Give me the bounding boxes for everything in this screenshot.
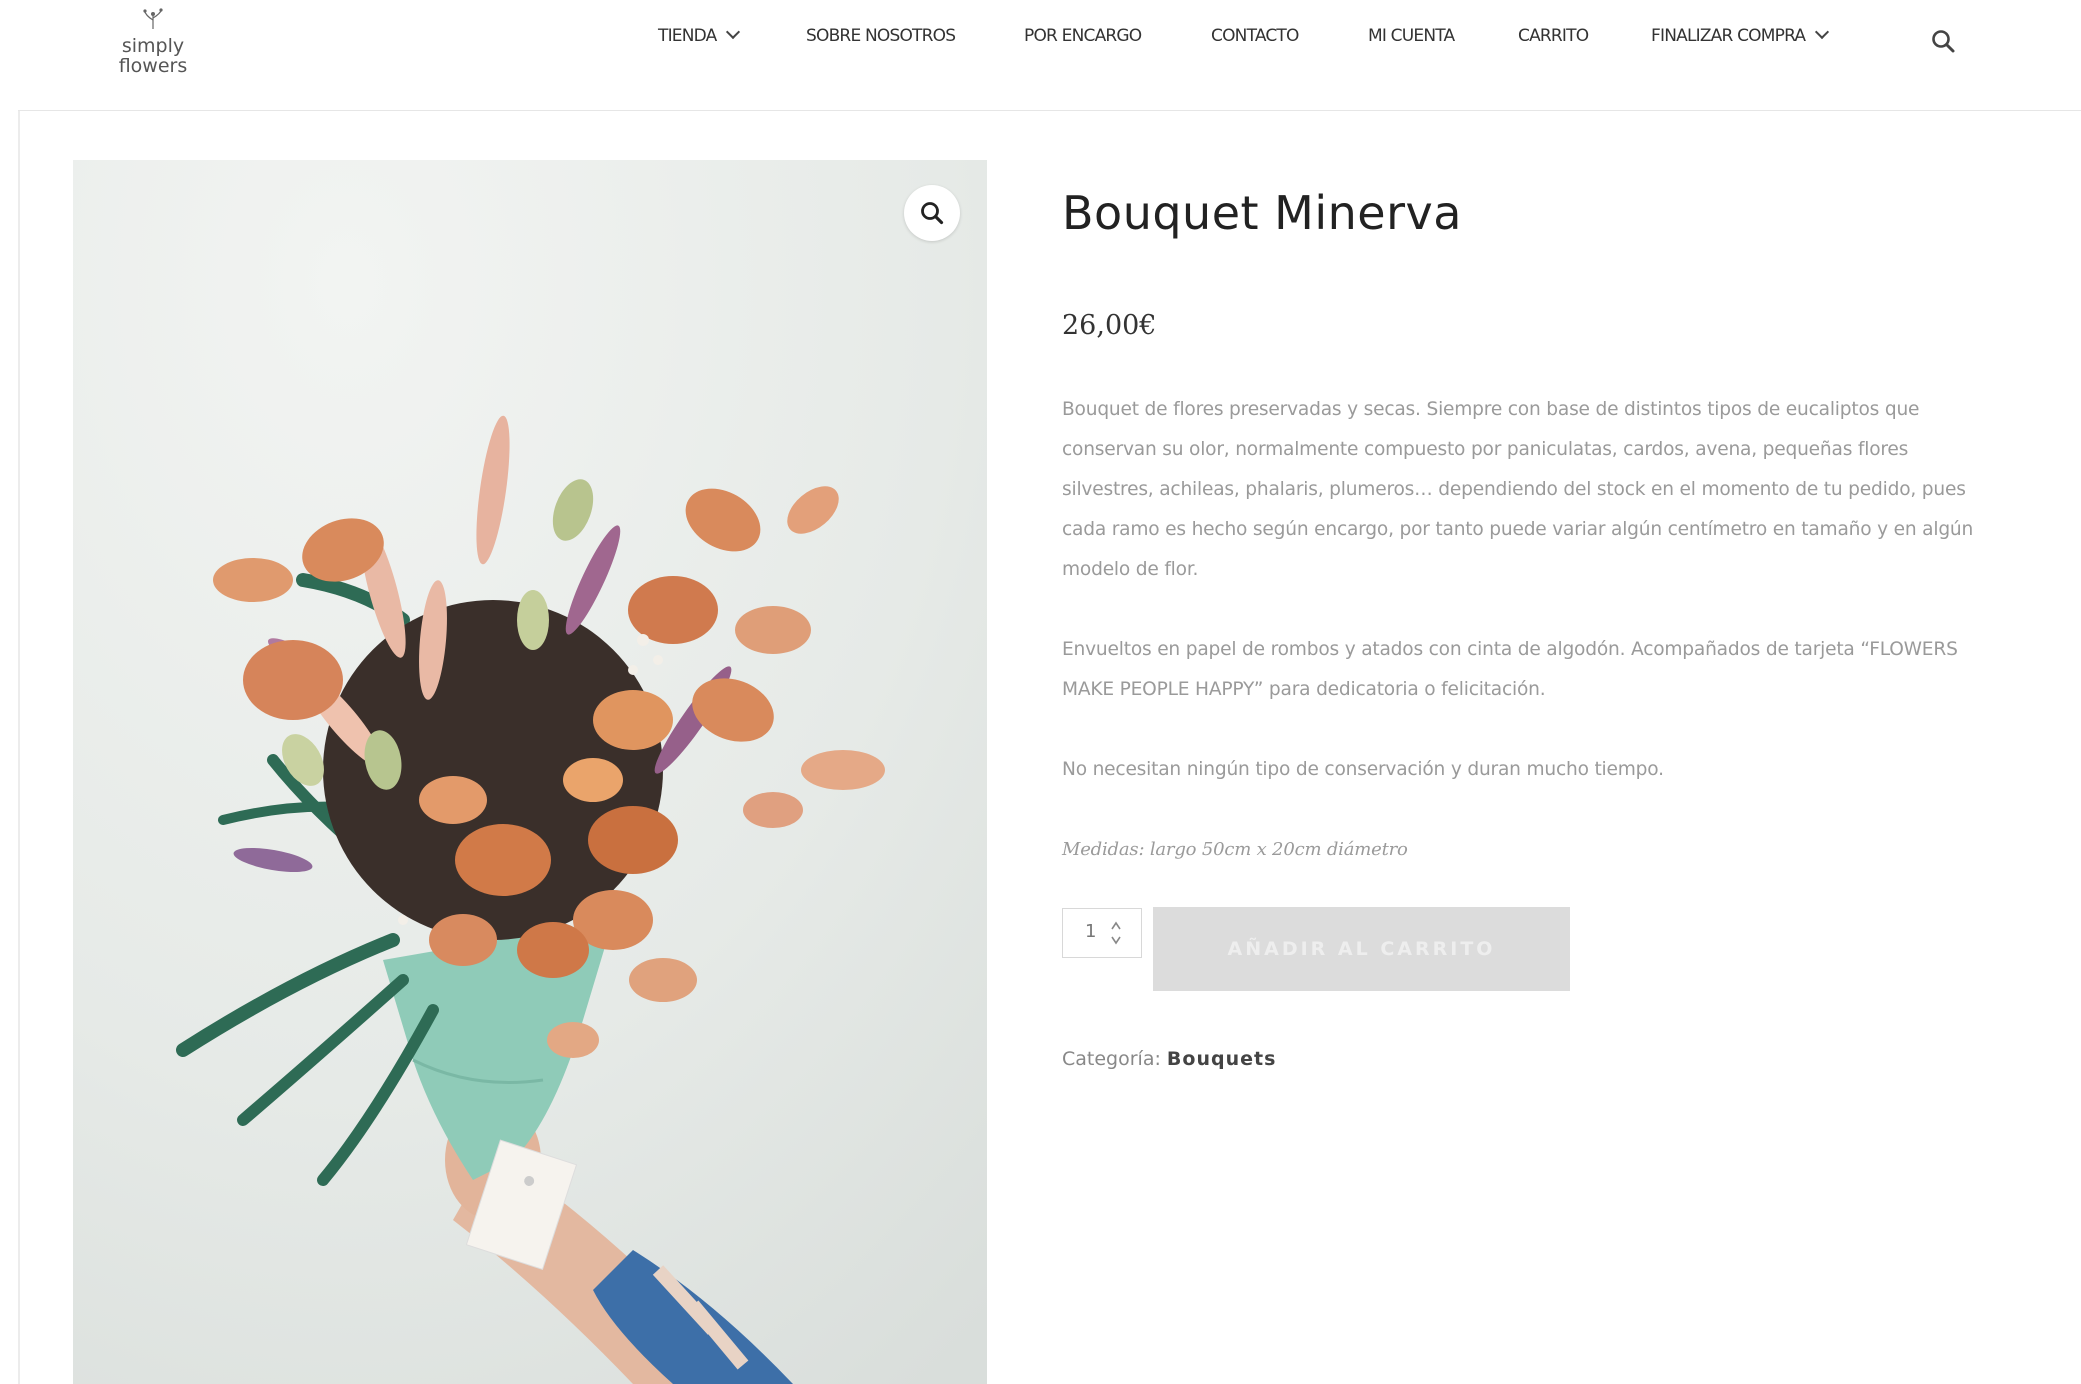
category-link[interactable]: Bouquets — [1167, 1048, 1276, 1070]
site-header: simply flowers TIENDA SOBRE NOSOTROS POR… — [18, 0, 2081, 111]
nav-item-finalizar-compra[interactable]: FINALIZAR COMPRA — [1651, 24, 1830, 46]
quantity-stepper[interactable]: 1 — [1062, 908, 1142, 958]
add-to-cart-button[interactable]: AÑADIR AL CARRITO — [1153, 907, 1570, 991]
product-measures: Medidas: largo 50cm x 20cm diámetro — [1062, 839, 1408, 860]
quantity-value: 1 — [1085, 921, 1097, 942]
nav-item-contacto[interactable]: CONTACTO — [1211, 26, 1299, 46]
page-left-border — [18, 0, 20, 1384]
logo-text: simply flowers — [118, 35, 188, 77]
description-paragraph: Envueltos en papel de rombos y atados co… — [1062, 639, 1958, 700]
product-price: 26,00€ — [1062, 310, 1157, 341]
search-button[interactable] — [1930, 28, 1960, 58]
chevron-down-icon — [1815, 24, 1830, 40]
category-label: Categoría: — [1062, 1048, 1161, 1070]
nav-item-sobre-nosotros[interactable]: SOBRE NOSOTROS — [806, 26, 956, 46]
description-paragraph: No necesitan ningún tipo de conservación… — [1062, 759, 1664, 780]
flower-sprig-icon — [143, 8, 163, 29]
nav-item-por-encargo[interactable]: POR ENCARGO — [1024, 26, 1142, 46]
chevron-down-icon — [726, 24, 741, 40]
description-paragraph: Bouquet de flores preservadas y secas. S… — [1062, 399, 1974, 580]
zoom-icon — [921, 202, 944, 225]
image-zoom-button[interactable] — [904, 185, 960, 241]
nav-item-carrito[interactable]: CARRITO — [1518, 26, 1589, 46]
bouquet-photo — [73, 160, 987, 1384]
product-image[interactable] — [73, 160, 987, 1384]
search-icon — [1932, 30, 1955, 53]
product-category: Categoría: Bouquets — [1062, 1048, 1276, 1070]
nav-item-tienda[interactable]: TIENDA — [658, 24, 741, 46]
product-title: Bouquet Minerva — [1062, 186, 1462, 240]
nav-item-mi-cuenta[interactable]: MI CUENTA — [1368, 26, 1455, 46]
product-description: Bouquet de flores preservadas y secas. S… — [1062, 390, 1992, 910]
stepper-arrows-icon[interactable] — [1109, 917, 1123, 949]
site-logo[interactable]: simply flowers — [98, 8, 208, 80]
